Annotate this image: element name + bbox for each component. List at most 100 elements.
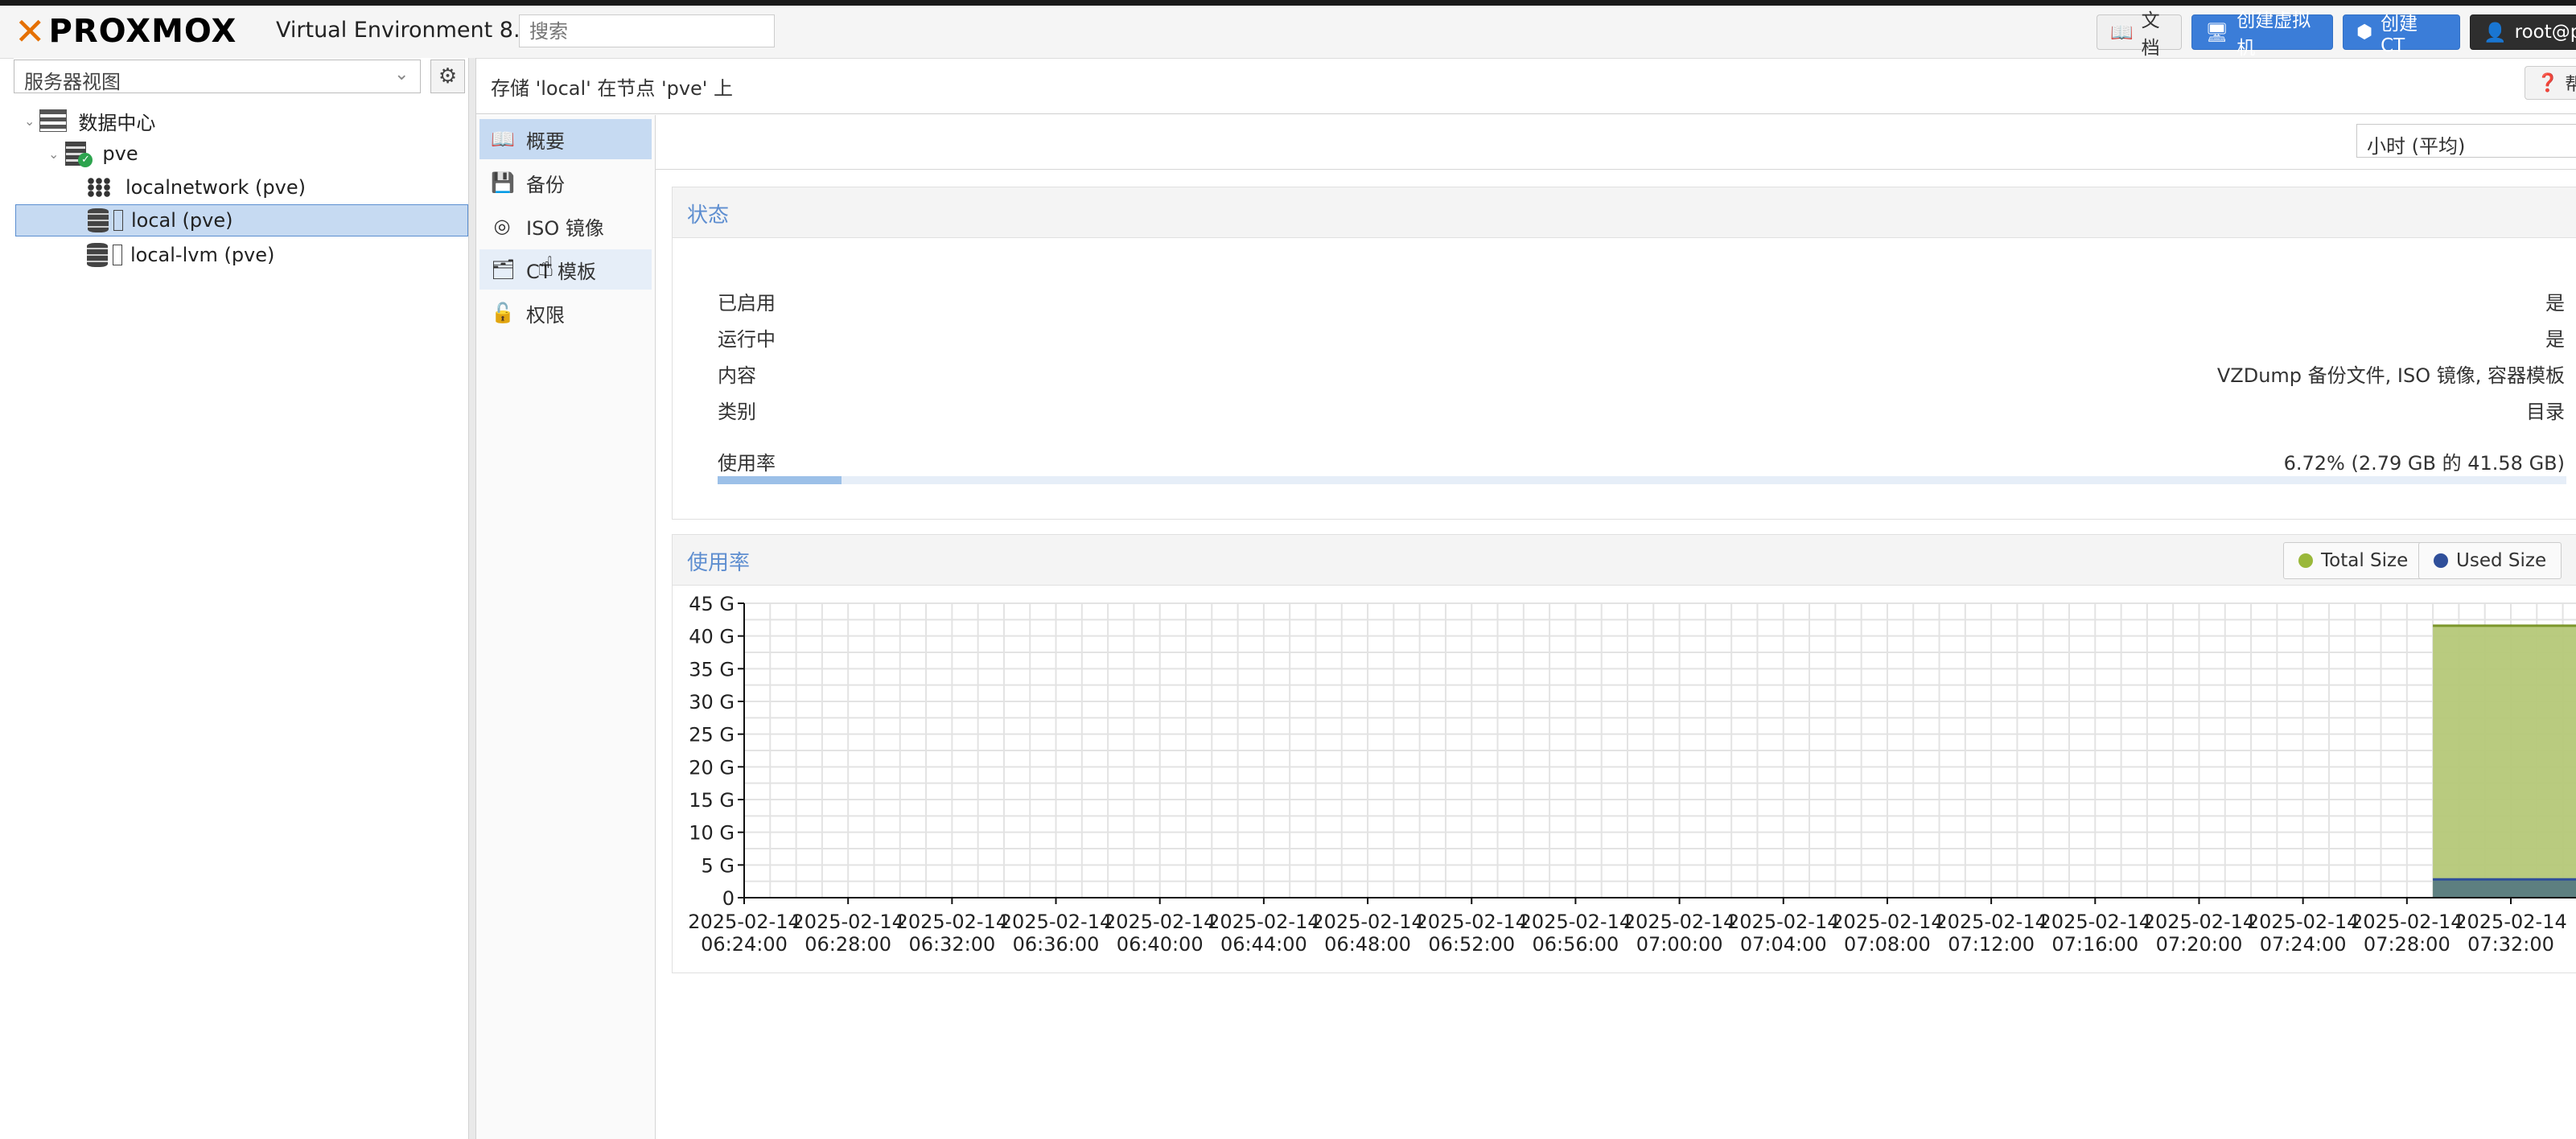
header-edge	[0, 0, 2576, 6]
x-tick-label-time: 07:08:00	[1844, 933, 1931, 956]
create-vm-button[interactable]: 🖥 创建虚拟机	[2191, 10, 2333, 59]
x-tick-label-time: 07:16:00	[2051, 933, 2138, 956]
nav-summary[interactable]: 📖 概要	[479, 119, 652, 159]
gear-icon[interactable]: ⚙	[430, 60, 465, 93]
y-tick-label: 5 G	[702, 854, 735, 877]
x-tick-label-date: 2025-02-14	[2039, 911, 2151, 933]
x-tick-label-time: 06:24:00	[701, 933, 788, 956]
user-icon: 👤	[2483, 22, 2507, 43]
x-tick-label-time: 06:44:00	[1220, 933, 1307, 956]
view-select[interactable]: 服务器视图	[14, 60, 421, 93]
legend-used-size[interactable]: Used Size	[2418, 542, 2562, 579]
y-tick-label: 45 G	[689, 593, 735, 615]
help-button[interactable]: ❓ 帮	[2525, 66, 2576, 100]
book-icon: 📖	[2110, 22, 2134, 43]
x-tick-label-time: 07:04:00	[1740, 933, 1827, 956]
y-tick-label: 30 G	[689, 691, 735, 713]
sdn-grid-icon	[87, 178, 111, 197]
docs-label: 文档	[2141, 10, 2160, 59]
x-tick-label-date: 2025-02-14	[792, 911, 903, 933]
x-tick-label-date: 2025-02-14	[1623, 911, 1735, 933]
timeframe-select[interactable]: 小时 (平均)	[2356, 124, 2576, 158]
y-tick-label: 35 G	[689, 658, 735, 681]
x-tick-label-time: 06:52:00	[1428, 933, 1515, 956]
y-tick-label: 0	[722, 887, 735, 910]
usage-area-chart: 0 5 G 10 G 15 G 20 G 25 G 30 G 35 G 40 G 45 G 2025…	[688, 593, 2576, 956]
storage-icon	[88, 208, 109, 232]
kv-label: 类别	[718, 401, 756, 423]
unlock-icon: 🔓	[491, 302, 515, 324]
x-tick-label-time: 07:20:00	[2156, 933, 2243, 956]
legend-label: Total Size	[2321, 550, 2409, 571]
user-label: root@pam	[2514, 22, 2576, 43]
series-area-used-size	[2433, 879, 2576, 898]
tree-item-local-lvm[interactable]: local-lvm (pve)	[87, 239, 459, 271]
x-tick-label-date: 2025-02-14	[2143, 911, 2255, 933]
docs-button[interactable]: 📖 文档	[2097, 10, 2182, 59]
user-menu-button[interactable]: 👤 root@pam	[2470, 14, 2576, 50]
hand-pointer-cursor-icon: ☝	[537, 251, 554, 283]
x-tick-label-time: 06:36:00	[1013, 933, 1100, 956]
y-tick-label: 25 G	[689, 724, 735, 746]
tree-item-local[interactable]: local (pve)	[15, 204, 468, 236]
x-tick-label-date: 2025-02-14	[1415, 911, 1527, 933]
y-tick-label: 10 G	[689, 822, 735, 845]
tree-item-pve[interactable]: ⌄ ✓ pve	[48, 138, 459, 170]
usage-progress-track	[718, 476, 2566, 484]
question-icon: ❓	[2537, 72, 2559, 93]
nav-label: 备份	[526, 173, 565, 196]
y-tick-label: 15 G	[689, 789, 735, 812]
x-tick-label-date: 2025-02-14	[1104, 911, 1216, 933]
proxmox-logo[interactable]: ✕ PROXMOX	[14, 11, 237, 51]
x-tick-label-time: 06:56:00	[1533, 933, 1619, 956]
x-tick-label-time: 06:28:00	[804, 933, 891, 956]
kv-label: 运行中	[718, 328, 776, 351]
x-tick-label-date: 2025-02-14	[896, 911, 1008, 933]
legend-dot-icon	[2434, 553, 2448, 568]
tree-item-localnetwork[interactable]: localnetwork (pve)	[87, 171, 459, 204]
nav-ct-templates[interactable]: 🗂 CT 模板	[479, 249, 652, 290]
node-online-icon: ✓	[64, 140, 93, 167]
x-tick-label-date: 2025-02-14	[2455, 911, 2566, 933]
x-tick-label-date: 2025-02-14	[1727, 911, 1839, 933]
divider	[476, 113, 2576, 114]
y-tick-label: 40 G	[689, 626, 735, 648]
nav-label: 概要	[526, 130, 565, 153]
logo-wordmark: PROXMOX	[48, 13, 237, 50]
x-tick-label-time: 07:00:00	[1636, 933, 1723, 956]
expand-icon[interactable]: ⌄	[24, 113, 35, 129]
kv-value: 是	[2545, 292, 2565, 315]
nav-iso-images[interactable]: ◎ ISO 镜像	[479, 206, 652, 246]
panel-splitter[interactable]	[468, 58, 476, 1139]
legend-total-size[interactable]: Total Size	[2283, 542, 2424, 579]
legend-label: Used Size	[2456, 550, 2547, 571]
x-tick-label-date: 2025-02-14	[2351, 911, 2463, 933]
book-icon: 📖	[491, 128, 515, 150]
divider	[656, 169, 2576, 170]
expand-icon[interactable]: ⌄	[48, 146, 59, 162]
create-ct-button[interactable]: ⬢ 创建 CT	[2343, 14, 2460, 56]
cube-icon: ⬢	[2356, 22, 2373, 43]
disc-icon: ◎	[493, 215, 511, 237]
x-tick-label-date: 2025-02-14	[2247, 911, 2359, 933]
x-tick-label-date: 2025-02-14	[688, 911, 800, 933]
nav-backup[interactable]: 💾 备份	[479, 162, 652, 203]
monitor-icon: 🖥	[2205, 22, 2229, 43]
app-version: Virtual Environment 8.3.0	[276, 18, 555, 43]
tree-item-label: localnetwork (pve)	[126, 176, 306, 199]
search-input[interactable]	[519, 14, 775, 47]
kv-label: 已启用	[718, 292, 776, 315]
usage-value: 6.72% (2.79 GB 的 41.58 GB)	[2283, 452, 2565, 475]
x-tick-label-time: 07:24:00	[2260, 933, 2347, 956]
storage-status-icon	[113, 245, 122, 265]
tree-item-label: local (pve)	[131, 209, 233, 232]
x-tick-label-time: 07:12:00	[1948, 933, 2035, 956]
page-title: 存储 'local' 在节点 'pve' 上	[491, 77, 734, 100]
x-tick-label-date: 2025-02-14	[1208, 911, 1319, 933]
nav-permissions[interactable]: 🔓 权限	[479, 293, 652, 333]
chevron-down-icon[interactable]: ⌄	[394, 64, 409, 84]
kv-value: VZDump 备份文件, ISO 镜像, 容器模板	[2216, 364, 2565, 387]
tree-item-datacenter[interactable]: ⌄ 数据中心	[24, 105, 459, 137]
x-tick-label-time: 06:48:00	[1324, 933, 1411, 956]
kv-label: 内容	[718, 364, 756, 387]
